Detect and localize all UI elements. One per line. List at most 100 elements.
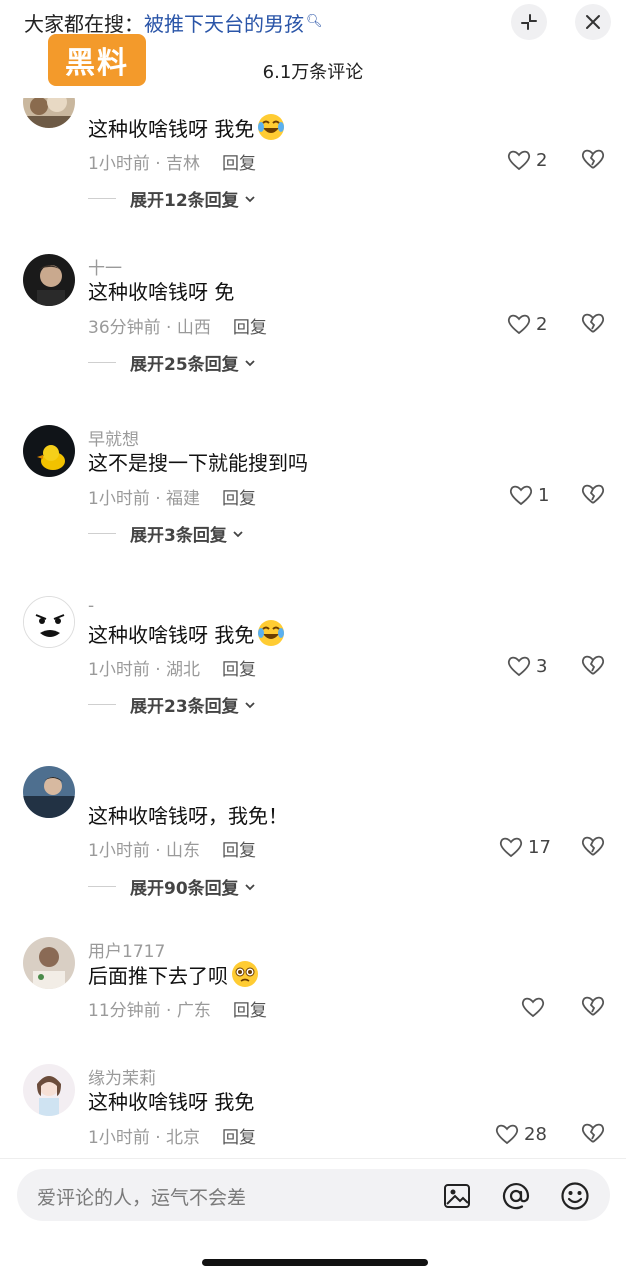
comment-text-content: 这种收啥钱呀 我免 [88, 622, 255, 647]
comment-text-content: 这种收啥钱呀 免 [88, 280, 235, 304]
reply-button[interactable]: 回复 [222, 660, 256, 680]
avatar[interactable] [23, 596, 75, 648]
comment-meta: 1小时前 · 福建 回复 [88, 489, 257, 509]
heart-icon [499, 837, 523, 858]
comment-location: 广东 [176, 1001, 211, 1021]
comment-list[interactable]: 这种收啥钱呀 我免 1小时前 · 吉林 回复 2 展开12条回复 十一 这种收啥钱… [0, 98, 626, 1158]
divider-line [88, 362, 116, 363]
pleading-face-emoji-icon [232, 961, 258, 987]
avatar[interactable] [23, 254, 75, 306]
comment-text-content: 这种收啥钱呀 我免 [88, 1090, 255, 1114]
emoji-icon[interactable] [559, 1180, 591, 1212]
close-icon [586, 15, 600, 29]
divider-line [88, 198, 116, 199]
like-button[interactable]: 17 [498, 833, 551, 861]
broken-heart-icon[interactable] [580, 146, 606, 172]
comment-meta: 1小时前 · 山东 回复 [88, 841, 257, 861]
reply-button[interactable]: 回复 [222, 489, 256, 509]
comment-meta: 11分钟前 · 广东 回复 [88, 1001, 267, 1021]
reply-button[interactable]: 回复 [233, 1001, 267, 1021]
comment-location: 福建 [166, 489, 201, 509]
reply-button[interactable]: 回复 [222, 154, 256, 174]
like-count: 2 [536, 313, 548, 335]
expand-replies-label: 展开23条回复 [130, 697, 239, 717]
like-button[interactable] [520, 993, 550, 1021]
like-button[interactable]: 3 [506, 652, 547, 680]
avatar[interactable] [23, 766, 75, 818]
expand-replies-button[interactable]: 展开23条回复 [88, 692, 257, 717]
chevron-down-icon [245, 359, 255, 366]
comment-input-placeholder: 爱评论的人，运气不会差 [37, 1187, 247, 1209]
mention-icon[interactable] [500, 1180, 532, 1212]
expand-replies-button[interactable]: 展开3条回复 [88, 521, 245, 546]
expand-replies-button[interactable]: 展开12条回复 [88, 186, 257, 211]
heart-icon [521, 997, 545, 1018]
chevron-down-icon [233, 530, 243, 537]
heart-icon [507, 150, 531, 171]
comment-location: 山东 [166, 841, 201, 861]
comment-text: 这种收啥钱呀，我免！ [88, 800, 288, 829]
heart-icon [509, 485, 533, 506]
collapse-icon [521, 14, 537, 30]
reply-button[interactable]: 回复 [222, 1128, 256, 1148]
divider-line [88, 533, 116, 534]
comment-meta: 1小时前 · 北京 回复 [88, 1128, 257, 1148]
comment-location: 湖北 [166, 660, 201, 680]
broken-heart-icon[interactable] [580, 652, 606, 678]
image-icon[interactable] [441, 1180, 473, 1212]
like-button[interactable]: 28 [494, 1120, 547, 1148]
comment-text: 这种收啥钱呀 我免 [88, 618, 286, 648]
broken-heart-icon[interactable] [580, 481, 606, 507]
broken-heart-icon[interactable] [580, 310, 606, 336]
comment-input[interactable]: 爱评论的人，运气不会差 [17, 1169, 610, 1221]
comment-time: 1小时前 [88, 489, 150, 509]
heart-icon [507, 314, 531, 335]
comment-location: 山西 [176, 318, 211, 338]
expand-replies-button[interactable]: 展开90条回复 [88, 874, 257, 899]
comments-header: 大家都在搜：被推下天台的男孩 🔍︎ 黑料 6.1万条评论 [0, 0, 626, 98]
avatar[interactable] [23, 1064, 75, 1116]
comment-time: 11分钟前 [88, 1001, 161, 1021]
reply-button[interactable]: 回复 [222, 841, 256, 861]
comment-time: 1小时前 [88, 1128, 150, 1148]
chevron-down-icon [245, 195, 255, 202]
comment-text: 这种收啥钱呀 我免 [88, 112, 286, 142]
like-button[interactable]: 1 [508, 481, 549, 509]
expand-replies-button[interactable]: 展开25条回复 [88, 350, 257, 375]
trending-search-keyword[interactable]: 被推下天台的男孩 [144, 12, 304, 36]
broken-heart-icon[interactable] [580, 1120, 606, 1146]
divider-line [88, 704, 116, 705]
comment-author[interactable]: - [88, 596, 94, 616]
heart-icon [495, 1124, 519, 1145]
broken-heart-icon[interactable] [580, 993, 606, 1019]
comment-text: 这种收啥钱呀 免 [88, 276, 234, 305]
collapse-button[interactable] [511, 4, 547, 40]
like-count: 3 [536, 655, 548, 677]
like-button[interactable]: 2 [506, 310, 547, 338]
comment-count-title: 6.1万条评论 [262, 62, 364, 83]
avatar[interactable] [23, 425, 75, 477]
broken-heart-icon[interactable] [580, 833, 606, 859]
close-button[interactable] [575, 4, 611, 40]
avatar[interactable] [23, 937, 75, 989]
comment-text: 这种收啥钱呀 我免 [88, 1086, 254, 1115]
laughing-tears-emoji-icon [258, 114, 285, 140]
comment-meta: 36分钟前 · 山西 回复 [88, 318, 267, 338]
chevron-down-icon [245, 701, 255, 708]
like-count: 17 [528, 836, 551, 858]
comment-location: 吉林 [166, 154, 201, 174]
avatar[interactable] [23, 98, 75, 128]
comment-text: 这不是搜一下就能搜到吗 [88, 447, 308, 476]
trending-search-prefix: 大家都在搜： [24, 12, 144, 36]
reply-button[interactable]: 回复 [233, 318, 267, 338]
like-button[interactable]: 2 [506, 146, 547, 174]
home-indicator[interactable] [202, 1259, 428, 1266]
laughing-tears-emoji-icon [258, 620, 285, 646]
comment-time: 1小时前 [88, 841, 150, 861]
comment-meta: 1小时前 · 湖北 回复 [88, 660, 257, 680]
comment-text: 后面推下去了呗 [88, 959, 260, 989]
expand-replies-label: 展开25条回复 [130, 355, 239, 375]
comment-text-content: 这种收啥钱呀，我免！ [88, 804, 288, 828]
comment-time: 36分钟前 [88, 318, 161, 338]
trending-search[interactable]: 大家都在搜：被推下天台的男孩 🔍︎ [24, 8, 323, 37]
